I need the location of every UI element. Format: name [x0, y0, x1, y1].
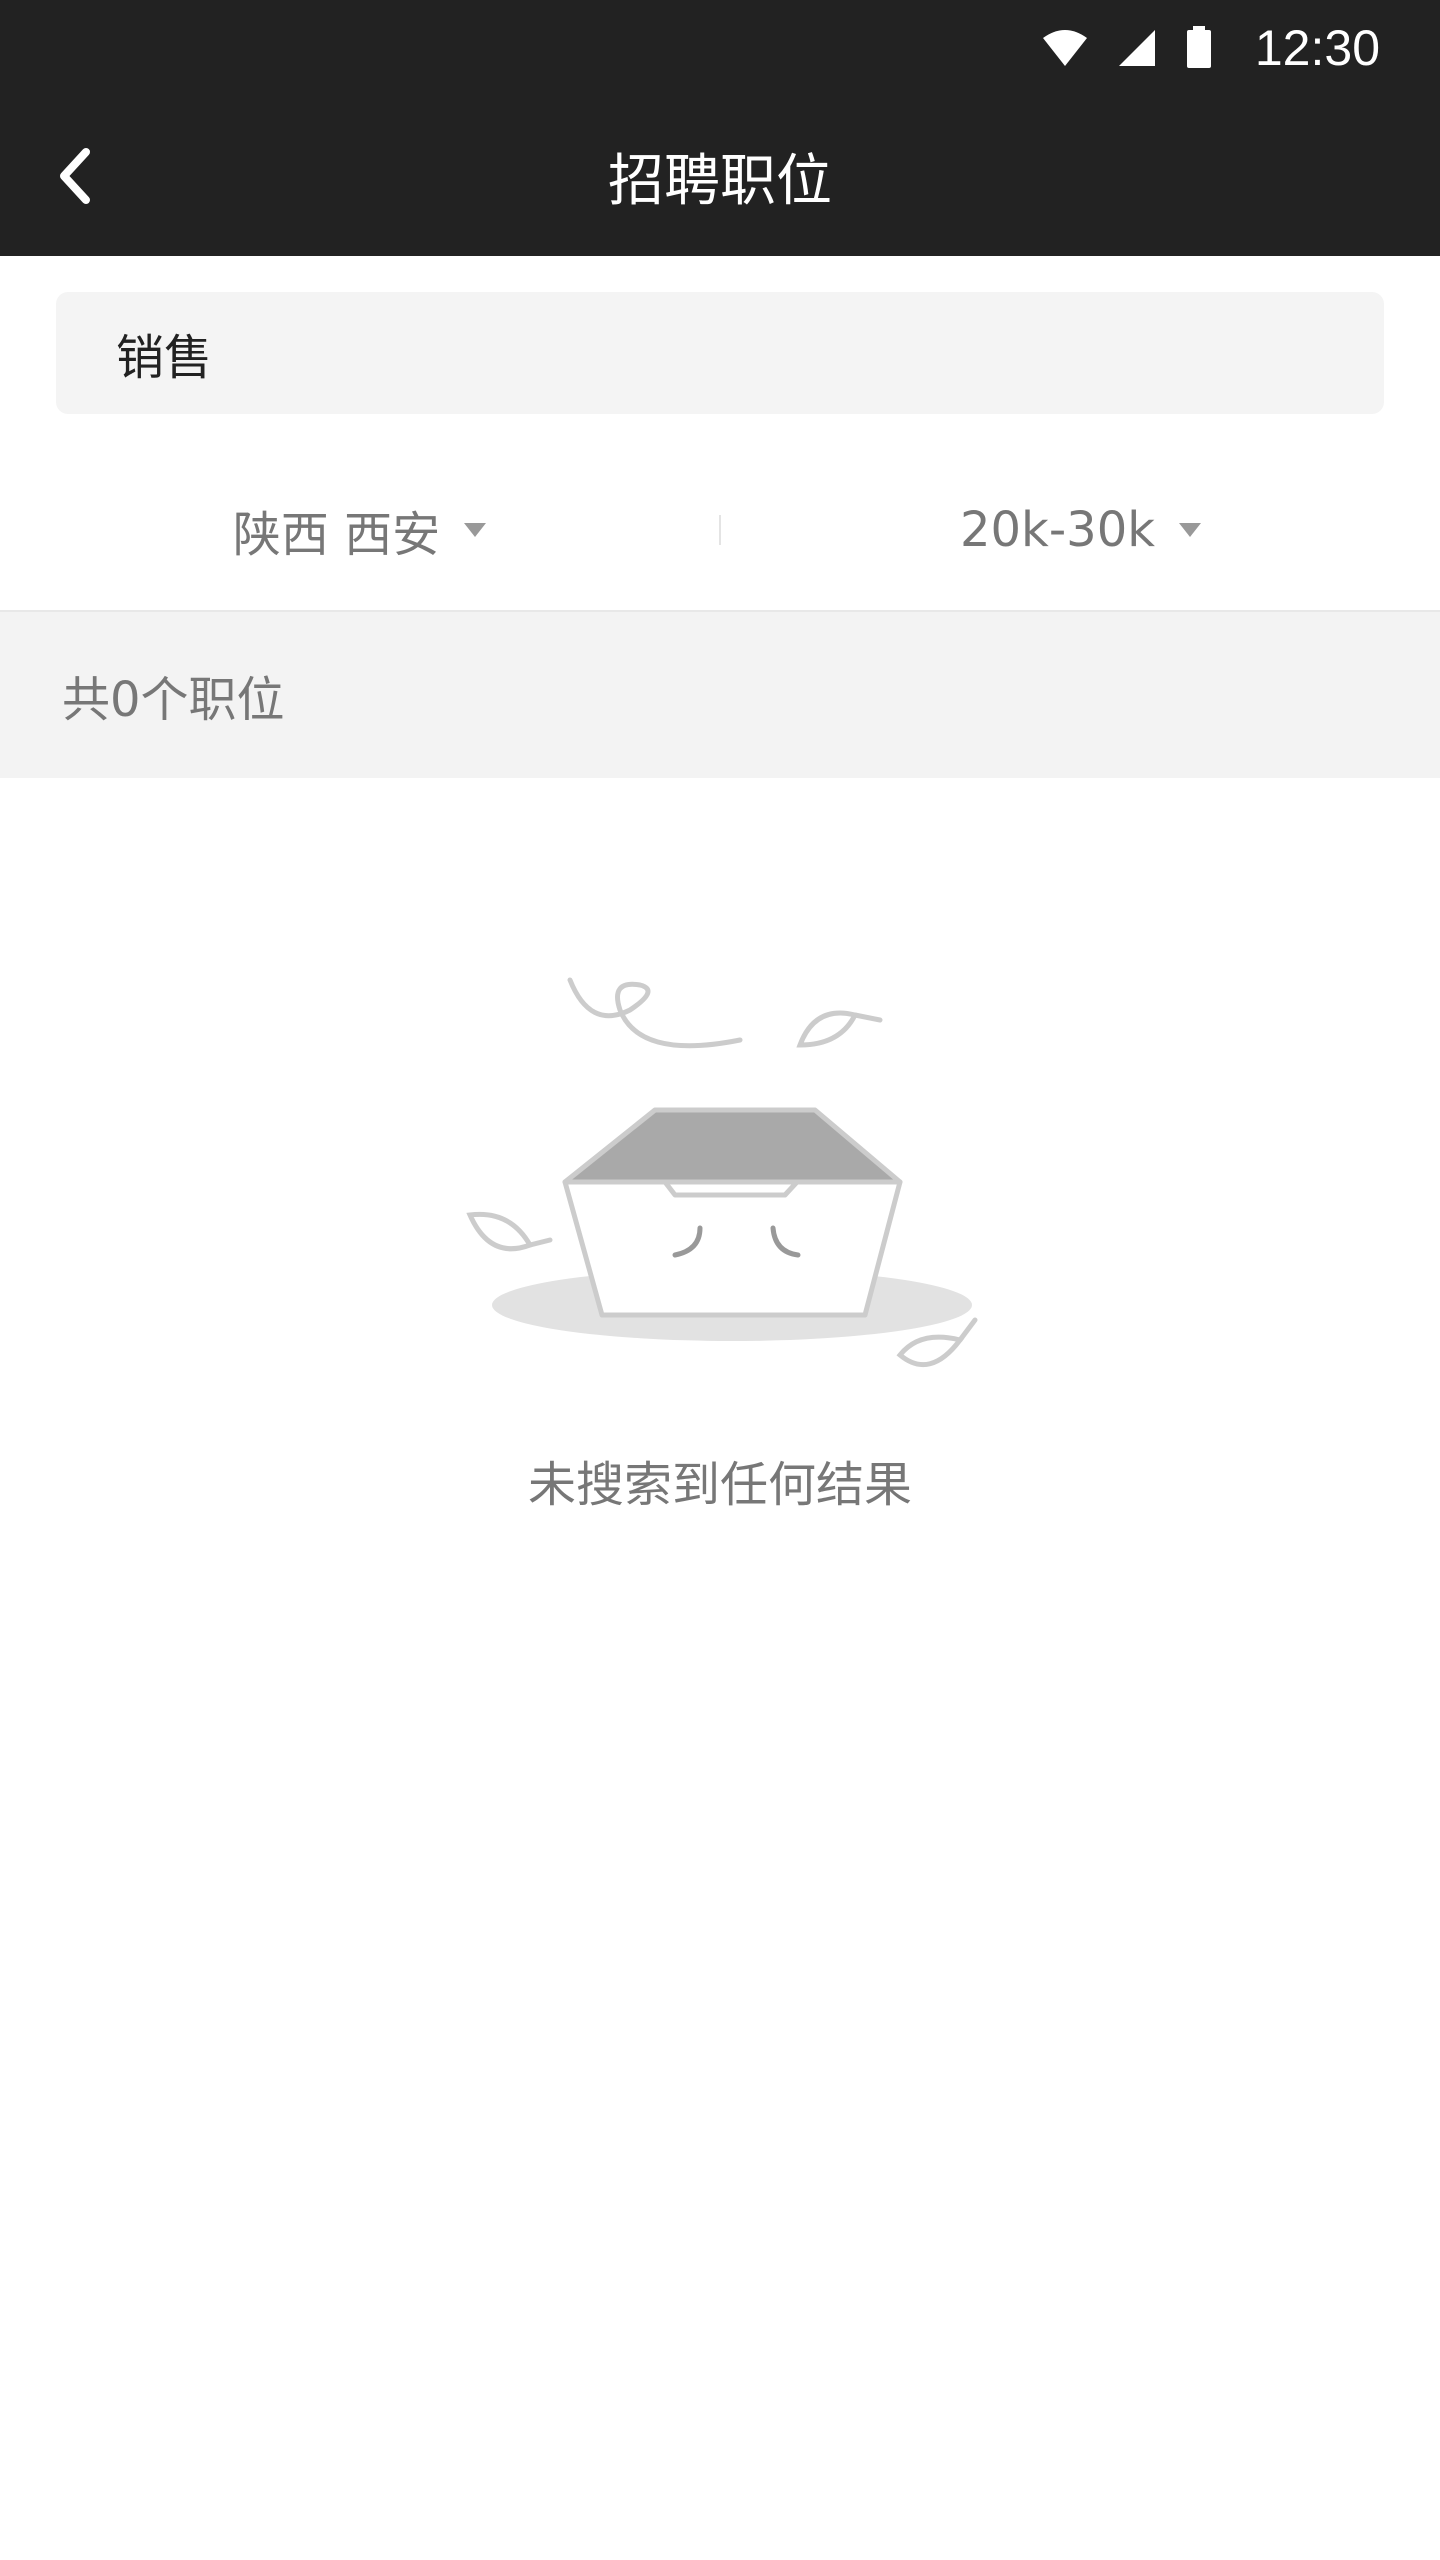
status-icons: 12:30: [1041, 0, 1380, 96]
wifi-icon: [1042, 30, 1087, 66]
back-button[interactable]: [36, 136, 116, 216]
search-input[interactable]: [116, 325, 1316, 381]
location-filter[interactable]: 陕西 西安: [0, 450, 719, 610]
status-time: 12:30: [1254, 20, 1380, 76]
signal-icon: [1118, 30, 1155, 66]
chevron-left-icon: [60, 148, 90, 204]
status-bar: 12:30: [0, 0, 1440, 96]
location-filter-label: 陕西 西安: [232, 507, 441, 563]
dropdown-arrow-icon: [464, 523, 487, 537]
nav-bar: 招聘职位: [0, 96, 1440, 256]
empty-box-illustration: [466, 977, 978, 1367]
battery-icon: [1186, 26, 1211, 68]
search-box[interactable]: [56, 292, 1384, 414]
page-title: 招聘职位: [608, 148, 832, 214]
filter-bar: 陕西 西安 20k-30k: [0, 450, 1440, 610]
empty-state-message: 未搜索到任何结果: [527, 1457, 912, 1513]
salary-filter-label: 20k-30k: [959, 502, 1156, 558]
dropdown-arrow-icon: [1179, 523, 1202, 537]
results-count-bar: 共0个职位: [0, 610, 1440, 778]
results-count: 共0个职位: [62, 672, 285, 728]
salary-filter[interactable]: 20k-30k: [721, 450, 1440, 610]
